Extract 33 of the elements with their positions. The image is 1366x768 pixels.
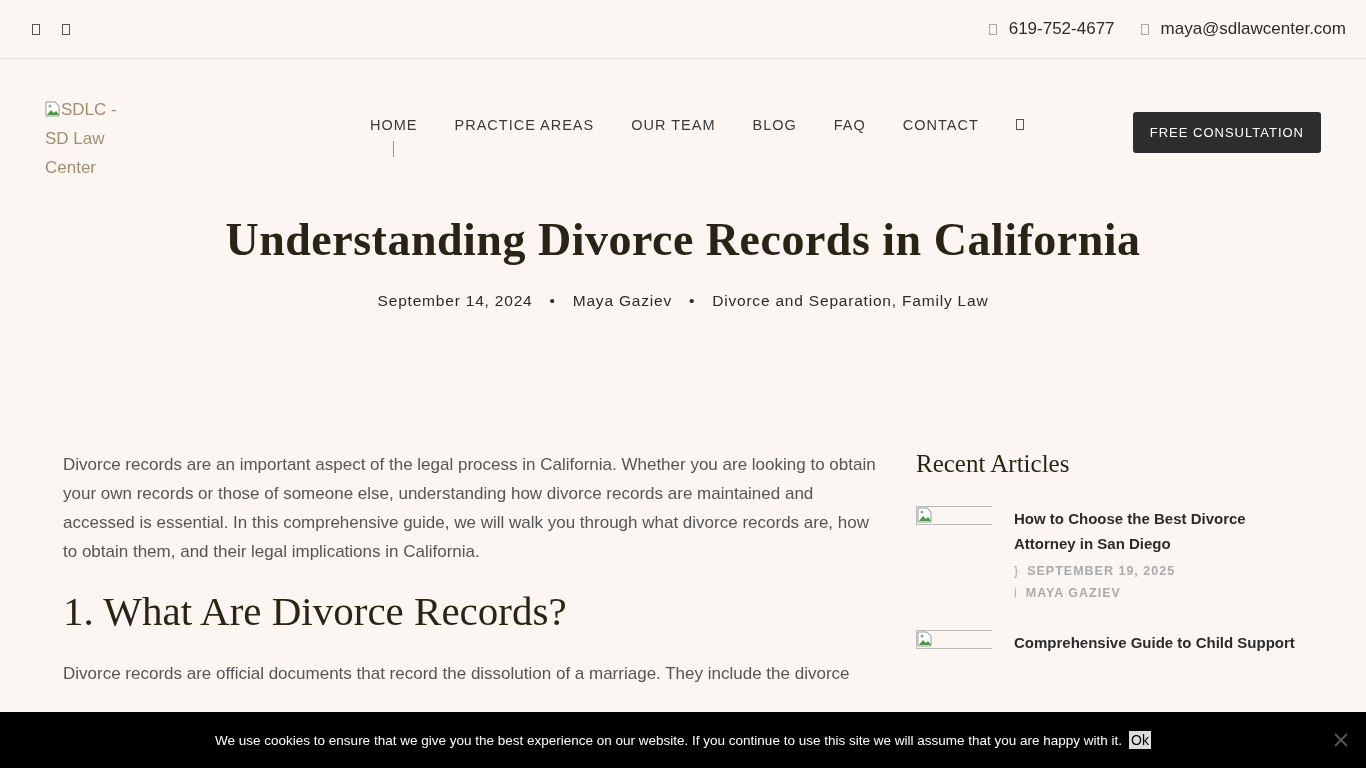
- body-paragraph: Divorce records are an important aspect of the legal process in California. Whether you are looking to obtain your own records or those of someone else, understanding how divorce records are maintained and accessed is essential. In this comprehensive guide, we will walk you through what divorce records are, how to obtain them, and their legal implications in California.: [63, 454, 877, 563]
- author-link[interactable]: Maya Gaziev: [572, 292, 672, 310]
- article-link[interactable]: How to Choose the Best Divorce Attorney in San Diego: [1014, 506, 1301, 556]
- nav-link[interactable]: FAQ: [833, 117, 866, 157]
- thumbnail-placeholder[interactable]: [916, 506, 992, 525]
- body-paragraph: Divorce records are official documents that record the dissolution of a marriage. They include the divorce: [63, 663, 851, 685]
- calendar-glyph: }: [1014, 564, 1020, 578]
- category-links[interactable]: Divorce and Separation, Family Law: [712, 292, 989, 310]
- thumbnail-placeholder[interactable]: [916, 630, 992, 649]
- nav-link[interactable]: HOME: [370, 117, 418, 157]
- nav-link[interactable]: OUR TEAM: [631, 117, 716, 157]
- broken-image-icon: [917, 631, 933, 647]
- nav-link[interactable]: PRACTICE AREAS: [454, 117, 595, 157]
- user-glyph: i: [1014, 586, 1018, 600]
- meta-separator: •: [549, 292, 556, 310]
- post-title: Understanding Divorce Records in California: [224, 213, 1142, 266]
- meta-separator: •: [688, 292, 696, 310]
- nav-link[interactable]: BLOG: [752, 117, 797, 157]
- article-link[interactable]: Comprehensive Guide to Child Support: [1014, 630, 1295, 655]
- free-consultation-button[interactable]: FREE CONSULTATION: [1132, 112, 1321, 153]
- email-link[interactable]: maya@sdlawcenter.com: [1140, 19, 1346, 39]
- section-heading: 1. What Are Divorce Records?: [63, 587, 568, 635]
- phone-link[interactable]: 619-752-4677: [988, 19, 1115, 39]
- sidebar-title: Recent Articles: [916, 450, 1071, 478]
- article-author: MAYA GAZIEV: [1025, 586, 1121, 600]
- broken-image-icon: [917, 507, 933, 523]
- post-date: September 14, 2024: [377, 292, 533, 310]
- broken-image-icon: [45, 101, 61, 117]
- ok-button[interactable]: Ok: [1129, 731, 1151, 749]
- cookie-message: We use cookies to ensure that we give you the best experience on our website. If you continue to use this site we will assume that you are happy with it.: [215, 732, 1123, 748]
- nav-link[interactable]: CONTACT: [902, 117, 979, 157]
- article-date: SEPTEMBER 19, 2025: [1027, 564, 1176, 578]
- close-icon[interactable]: [1334, 733, 1348, 747]
